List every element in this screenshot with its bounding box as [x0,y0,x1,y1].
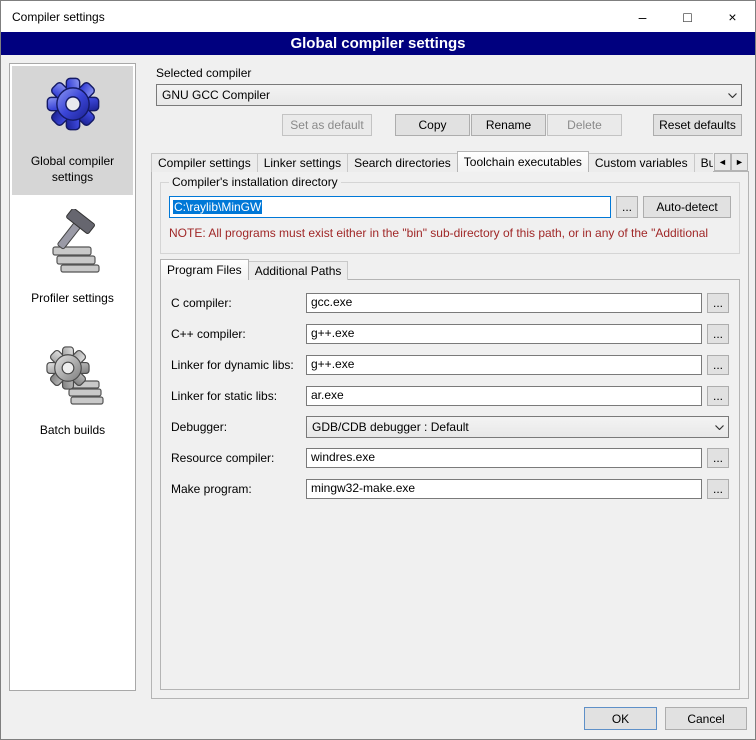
field-row-linker-for-static-libs: Linker for static libs:ar.exe... [171,385,729,407]
field-control: ar.exe... [306,386,729,406]
toolchain-fields: C compiler:gcc.exe...C++ compiler:g++.ex… [161,292,739,500]
program-files-panel: C compiler:gcc.exe...C++ compiler:g++.ex… [160,279,740,690]
selected-compiler-label: Selected compiler [156,66,251,80]
field-label: C++ compiler: [171,327,306,341]
window-title: Compiler settings [1,10,105,24]
sidebar-item-label: Global compiler settings [14,154,131,185]
chevron-down-icon [710,425,728,430]
field-control: g++.exe... [306,355,729,375]
c-compiler-input[interactable]: g++.exe [306,324,702,344]
selected-compiler-select[interactable]: GNU GCC Compiler [156,84,742,106]
make-program-input[interactable]: mingw32-make.exe [306,479,702,499]
field-value: g++.exe [311,326,354,340]
field-control: GDB/CDB debugger : Default [306,416,729,438]
tab-scroll-left-icon[interactable]: ◄ [714,153,731,171]
field-label: Linker for static libs: [171,389,306,403]
linker-for-static-libs-input[interactable]: ar.exe [306,386,702,406]
field-row-debugger: Debugger: GDB/CDB debugger : Default [171,416,729,438]
tab-scroll-arrows: ◄ ► [714,153,748,171]
field-row-resource-compiler: Resource compiler:windres.exe... [171,447,729,469]
browse-button[interactable]: ... [707,355,729,375]
subtab-program-files[interactable]: Program Files [160,259,249,280]
batch-builds-icon [41,341,105,405]
browse-button[interactable]: ... [707,386,729,406]
minimize-button[interactable]: – [620,1,665,32]
titlebar: Compiler settings – □ × [1,1,755,32]
compiler-actions: Set as default CopyRenameDelete Reset defa… [149,114,749,136]
set-as-default-button[interactable]: Set as default [282,114,372,136]
field-row-linker-for-dynamic-libs: Linker for dynamic libs:g++.exe... [171,354,729,376]
sidebar: Global compiler settings Profiler setting… [9,63,136,691]
field-row-c-compiler: C compiler:gcc.exe... [171,292,729,314]
tab-scroll-right-icon[interactable]: ► [731,153,748,171]
rename-button[interactable]: Rename [471,114,546,136]
field-value: windres.exe [311,450,375,464]
tabstrip: Compiler settingsLinker settingsSearch d… [151,151,749,172]
global-compiler-settings-icon [41,72,105,136]
tab-buil[interactable]: Buil [694,153,713,172]
debugger-select[interactable]: GDB/CDB debugger : Default [306,416,729,438]
subtabstrip: Program FilesAdditional Paths [160,259,348,280]
selected-compiler-value: GNU GCC Compiler [162,88,723,102]
field-label: C compiler: [171,296,306,310]
field-label: Linker for dynamic libs: [171,358,306,372]
field-control: gcc.exe... [306,293,729,313]
field-label: Resource compiler: [171,451,306,465]
field-control: mingw32-make.exe... [306,479,729,499]
browse-directory-button[interactable]: ... [616,196,638,218]
window-controls: – □ × [620,1,755,32]
reset-defaults-button[interactable]: Reset defaults [653,114,742,136]
delete-button[interactable]: Delete [547,114,622,136]
field-control: g++.exe... [306,324,729,344]
tab-custom-variables[interactable]: Custom variables [588,153,695,172]
sidebar-item-label: Batch builds [40,423,105,439]
field-value: ar.exe [311,388,344,402]
profiler-settings-icon [41,209,105,273]
tab-toolchain-executables[interactable]: Toolchain executables [457,151,589,172]
page-title: Global compiler settings [1,32,755,55]
tab-compiler-settings[interactable]: Compiler settings [151,153,258,172]
tab-linker-settings[interactable]: Linker settings [257,153,348,172]
sidebar-item-profiler-settings[interactable]: Profiler settings [12,203,133,317]
sidebar-item-label: Profiler settings [31,291,114,307]
field-value: g++.exe [311,357,354,371]
field-row-c-compiler: C++ compiler:g++.exe... [171,323,729,345]
sidebar-item-batch-builds[interactable]: Batch builds [12,335,133,449]
c-compiler-input[interactable]: gcc.exe [306,293,702,313]
resource-compiler-input[interactable]: windres.exe [306,448,702,468]
field-control: windres.exe... [306,448,729,468]
installation-directory-input[interactable]: C:\raylib\MinGW [169,196,611,218]
cancel-button[interactable]: Cancel [665,707,747,730]
installation-directory-group-title: Compiler's installation directory [169,175,341,189]
auto-detect-button[interactable]: Auto-detect [643,196,731,218]
browse-button[interactable]: ... [707,293,729,313]
browse-button[interactable]: ... [707,479,729,499]
field-value: gcc.exe [311,295,352,309]
chevron-down-icon [723,93,741,98]
compiler-settings-window: Compiler settings – □ × Global compiler … [0,0,756,740]
field-value: mingw32-make.exe [311,481,415,495]
ok-button[interactable]: OK [584,707,657,730]
maximize-button[interactable]: □ [665,1,710,32]
copy-button[interactable]: Copy [395,114,470,136]
tab-search-directories[interactable]: Search directories [347,153,458,172]
field-value: GDB/CDB debugger : Default [312,420,710,434]
linker-for-dynamic-libs-input[interactable]: g++.exe [306,355,702,375]
field-row-make-program: Make program:mingw32-make.exe... [171,478,729,500]
installation-directory-value: C:\raylib\MinGW [173,200,262,214]
note-text: NOTE: All programs must exist either in … [169,226,737,240]
browse-button[interactable]: ... [707,324,729,344]
field-label: Make program: [171,482,306,496]
sidebar-item-global-compiler-settings[interactable]: Global compiler settings [12,66,133,195]
installation-directory-group: Compiler's installation directory C:\ray… [160,182,740,254]
installation-directory-row: C:\raylib\MinGW ... Auto-detect [169,196,731,218]
close-button[interactable]: × [710,1,755,32]
subtab-additional-paths[interactable]: Additional Paths [248,261,349,280]
field-label: Debugger: [171,420,306,434]
browse-button[interactable]: ... [707,448,729,468]
main-area: Selected compiler GNU GCC Compiler Set a… [149,61,749,699]
toolchain-panel: Compiler's installation directory C:\ray… [151,171,749,699]
